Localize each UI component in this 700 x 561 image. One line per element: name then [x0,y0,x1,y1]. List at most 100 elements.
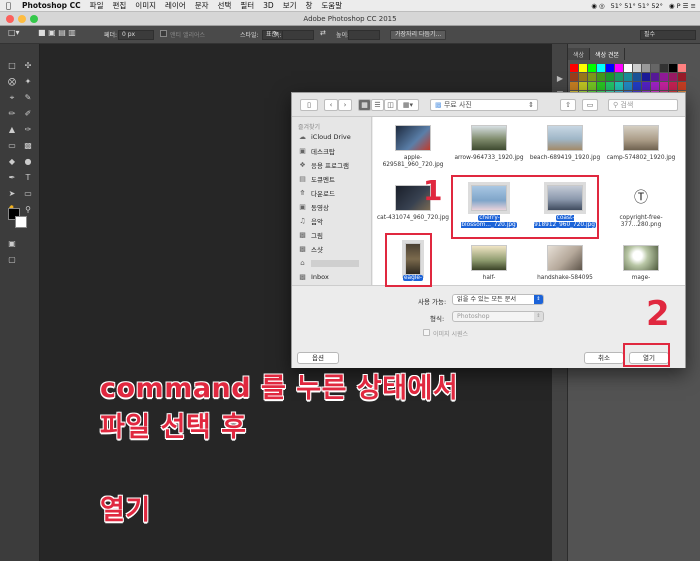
color-swatch[interactable] [579,82,587,90]
file-item[interactable]: beach-689419_1920.jpg [527,119,603,181]
marquee-tool-preset-icon[interactable]: □▾ [8,28,20,37]
menu-extras-icon[interactable]: ◉ ◎ [591,2,604,10]
dodge-tool-icon[interactable]: ● [21,156,35,168]
sidebar-item-applications[interactable]: ❖ 응용 프로그램 [298,159,349,171]
temperature-status[interactable]: 51° 51° 51° 52° [611,2,663,10]
color-swatch[interactable] [624,64,632,72]
swap-icon[interactable]: ⇄ [320,29,326,37]
history-brush-icon[interactable]: ✑ [21,124,35,136]
path-popup[interactable]: ▩ 무료 사진 ⇕ [430,99,538,111]
quick-mask-icon[interactable]: ▣ [5,238,19,250]
file-item[interactable]: apple-629581_960_720.jpg [375,119,451,181]
image-sequence-checkbox[interactable] [423,329,430,336]
slice-tool-icon[interactable]: ✎ [21,92,35,104]
column-view-button[interactable]: ◫ [384,99,397,111]
sidebar-item-desktop[interactable]: ▣ 데스크탑 [298,145,335,157]
color-swatch[interactable] [597,64,605,72]
menu-type[interactable]: 문자 [195,0,209,11]
zoom-tool-icon[interactable]: ⚲ [21,204,35,216]
brush-icon[interactable]: ✐ [21,108,35,120]
color-swatch[interactable] [624,73,632,81]
color-swatch[interactable] [678,82,686,90]
refine-edge-button[interactable]: 가장자리 다듬기... [390,30,447,40]
menu-window[interactable]: 창 [306,0,313,11]
color-swatch[interactable] [678,73,686,81]
cancel-button[interactable]: 취소 [584,352,624,364]
color-swatch[interactable] [606,82,614,90]
stamp-tool-icon[interactable]: ▲ [5,124,19,136]
menu-layer[interactable]: 레이어 [165,0,186,11]
color-swatch[interactable] [606,64,614,72]
tag-icon[interactable]: ▭ [582,99,598,111]
menu-help[interactable]: 도움말 [321,0,342,11]
zoom-window-button[interactable] [30,15,38,23]
color-swatch[interactable] [579,64,587,72]
color-swatch[interactable] [633,73,641,81]
color-swatch[interactable] [651,73,659,81]
magic-wand-icon[interactable]: ✦ [21,76,35,88]
search-field[interactable]: ⚲ 검색 [608,99,678,111]
color-swatch[interactable] [615,64,623,72]
menu-filter[interactable]: 필터 [240,0,254,11]
history-panel-icon[interactable]: ▶ [555,74,565,84]
gallery-view-button[interactable]: ▦▾ [397,99,419,111]
color-swatch[interactable] [669,73,677,81]
forward-button[interactable]: › [338,99,352,111]
color-swatch[interactable] [588,73,596,81]
share-icon[interactable]: ⇧ [560,99,576,111]
color-swatch[interactable] [615,82,623,90]
color-swatch[interactable] [606,73,614,81]
color-swatch[interactable] [588,64,596,72]
color-swatch[interactable] [651,82,659,90]
file-item[interactable]: handshake-584095 [527,239,603,285]
color-swatch[interactable] [669,64,677,72]
color-swatch[interactable] [570,82,578,90]
color-swatch[interactable] [633,82,641,90]
color-swatch[interactable] [570,64,578,72]
tab-swatches[interactable]: 색상 견본 [590,48,626,60]
screen-mode-icon[interactable]: ▢ [5,254,19,266]
sidebar-item-pictures[interactable]: ▩ 그림 [298,229,323,241]
file-item[interactable]: camp-574802_1920.jpg [603,119,679,181]
close-window-button[interactable] [6,15,14,23]
color-swatch[interactable] [642,73,650,81]
workspace-select[interactable]: 필수 [640,30,696,40]
list-view-button[interactable]: ☰ [371,99,384,111]
file-item[interactable]: arrow-964733_1920.jpg [451,119,527,181]
color-swatch[interactable] [597,82,605,90]
color-swatch[interactable] [642,64,650,72]
blur-tool-icon[interactable]: ◆ [5,156,19,168]
feather-input[interactable]: 0 px [118,30,154,40]
menu-file[interactable]: 파일 [90,0,104,11]
sidebar-item-music[interactable]: ♫ 음악 [298,215,323,227]
color-swatch[interactable] [660,73,668,81]
color-swatch[interactable] [642,82,650,90]
color-swatch[interactable] [669,82,677,90]
file-item[interactable]: half- [451,239,527,285]
color-swatch[interactable] [678,64,686,72]
enable-select[interactable]: 읽을 수 있는 모든 문서 ⇕ [452,294,544,305]
height-input[interactable] [348,30,380,40]
width-input[interactable] [282,30,314,40]
options-button[interactable]: 옵션 [297,352,339,364]
minimize-window-button[interactable] [18,15,26,23]
crop-tool-icon[interactable]: ⌖ [5,92,19,104]
lasso-tool-icon[interactable]: ⨂ [5,76,19,88]
marquee-tool-icon[interactable]: □ [5,60,19,72]
color-swatch[interactable] [633,64,641,72]
sidebar-toggle-icon[interactable]: ▯ [300,99,318,111]
move-tool-icon[interactable]: ✣ [21,60,35,72]
eraser-icon[interactable]: ▭ [5,140,19,152]
type-tool-icon[interactable]: T [21,172,35,184]
color-swatch[interactable] [624,82,632,90]
app-menu[interactable]: Photoshop CC [22,1,81,10]
format-select[interactable]: Photoshop ⇕ [452,311,544,322]
color-swatch[interactable] [660,82,668,90]
menu-view[interactable]: 보기 [283,0,297,11]
color-swatch[interactable] [615,73,623,81]
color-swatch[interactable] [597,73,605,81]
sidebar-item-inbox[interactable]: ▩ Inbox [298,271,329,283]
color-swatch[interactable] [660,64,668,72]
color-swatch[interactable] [588,82,596,90]
icon-view-button[interactable]: ▦ [358,99,371,111]
